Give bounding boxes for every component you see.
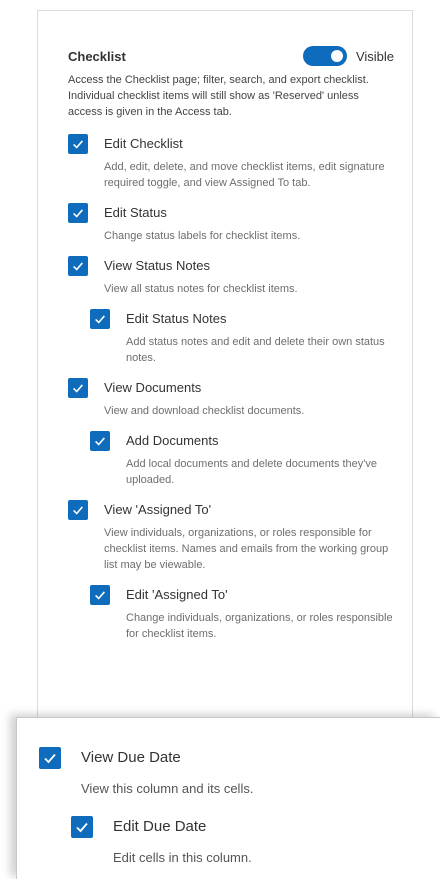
permission-label: Edit Status Notes: [126, 311, 227, 326]
permission-label: Add Documents: [126, 433, 219, 448]
permission-view-assigned-to[interactable]: View 'Assigned To' View individuals, org…: [68, 500, 398, 573]
panel-content: Checklist Visible Access the Checklist p…: [68, 45, 398, 642]
checkmark-icon: [73, 384, 83, 393]
permission-label: View 'Assigned To': [104, 502, 212, 517]
permission-description: View and download checklist documents.: [104, 405, 305, 417]
permission-label: View Due Date: [81, 749, 181, 766]
checkmark-icon: [95, 315, 105, 324]
toggle-switch[interactable]: [302, 46, 347, 66]
checkbox-view-assigned-to[interactable]: [68, 500, 88, 520]
checkmark-icon: [95, 591, 105, 600]
permission-view-due-date[interactable]: View Due Date View this column and its c…: [39, 747, 429, 801]
checkbox-edit-due-date[interactable]: [71, 816, 93, 838]
section-header: Checklist Visible: [68, 45, 398, 67]
checkbox-view-due-date[interactable]: [39, 747, 61, 769]
permission-label: Edit Due Date: [113, 818, 207, 835]
permission-label: View Documents: [104, 380, 202, 395]
section-title: Checklist: [68, 48, 126, 64]
permission-description: Change status labels for checklist items…: [104, 230, 301, 242]
checklist-permissions-panel: Checklist Visible Access the Checklist p…: [37, 10, 413, 725]
permission-description: Add status notes and edit and delete the…: [126, 336, 385, 364]
checkmark-icon: [73, 209, 83, 218]
toggle-label: Visible: [355, 48, 394, 64]
checkmark-icon: [73, 506, 83, 515]
checkbox-view-status-notes[interactable]: [68, 256, 88, 276]
permission-add-documents[interactable]: Add Documents Add local documents and de…: [90, 431, 398, 488]
checkbox-edit-checklist[interactable]: [68, 134, 88, 154]
permission-view-documents[interactable]: View Documents View and download checkli…: [68, 378, 398, 419]
permission-description: Change individuals, organizations, or ro…: [126, 612, 393, 640]
permission-label: Edit Status: [104, 205, 167, 220]
permission-label: View Status Notes: [104, 258, 210, 273]
checkmark-icon: [76, 822, 88, 833]
permission-description: View this column and its cells.: [81, 781, 254, 796]
checkbox-add-documents[interactable]: [90, 431, 110, 451]
permission-description: View all status notes for checklist item…: [104, 283, 298, 295]
checkmark-icon: [73, 140, 83, 149]
checkbox-edit-assigned-to[interactable]: [90, 585, 110, 605]
section-description: Access the Checklist page; filter, searc…: [68, 74, 369, 118]
permission-label: Edit 'Assigned To': [126, 587, 228, 602]
permission-description: View individuals, organizations, or role…: [104, 527, 389, 571]
checkmark-icon: [44, 753, 56, 764]
permission-description: Edit cells in this column.: [113, 850, 252, 865]
permission-label: Edit Checklist: [104, 136, 183, 151]
permission-edit-status[interactable]: Edit Status Change status labels for che…: [68, 203, 398, 244]
visibility-toggle[interactable]: Visible: [302, 46, 394, 66]
permission-description: Add local documents and delete documents…: [126, 458, 377, 486]
permission-edit-due-date[interactable]: Edit Due Date Edit cells in this column.: [71, 816, 429, 870]
checkbox-view-documents[interactable]: [68, 378, 88, 398]
zoomed-due-date-callout: View Due Date View this column and its c…: [16, 717, 440, 879]
checkbox-edit-status[interactable]: [68, 203, 88, 223]
permission-description: Add, edit, delete, and move checklist it…: [104, 161, 385, 189]
permission-view-status-notes[interactable]: View Status Notes View all status notes …: [68, 256, 398, 297]
checkmark-icon: [95, 437, 105, 446]
permission-edit-checklist[interactable]: Edit Checklist Add, edit, delete, and mo…: [68, 134, 398, 191]
permission-edit-assigned-to[interactable]: Edit 'Assigned To' Change individuals, o…: [90, 585, 398, 642]
checkmark-icon: [73, 262, 83, 271]
checkbox-edit-status-notes[interactable]: [90, 309, 110, 329]
permission-edit-status-notes[interactable]: Edit Status Notes Add status notes and e…: [90, 309, 398, 366]
